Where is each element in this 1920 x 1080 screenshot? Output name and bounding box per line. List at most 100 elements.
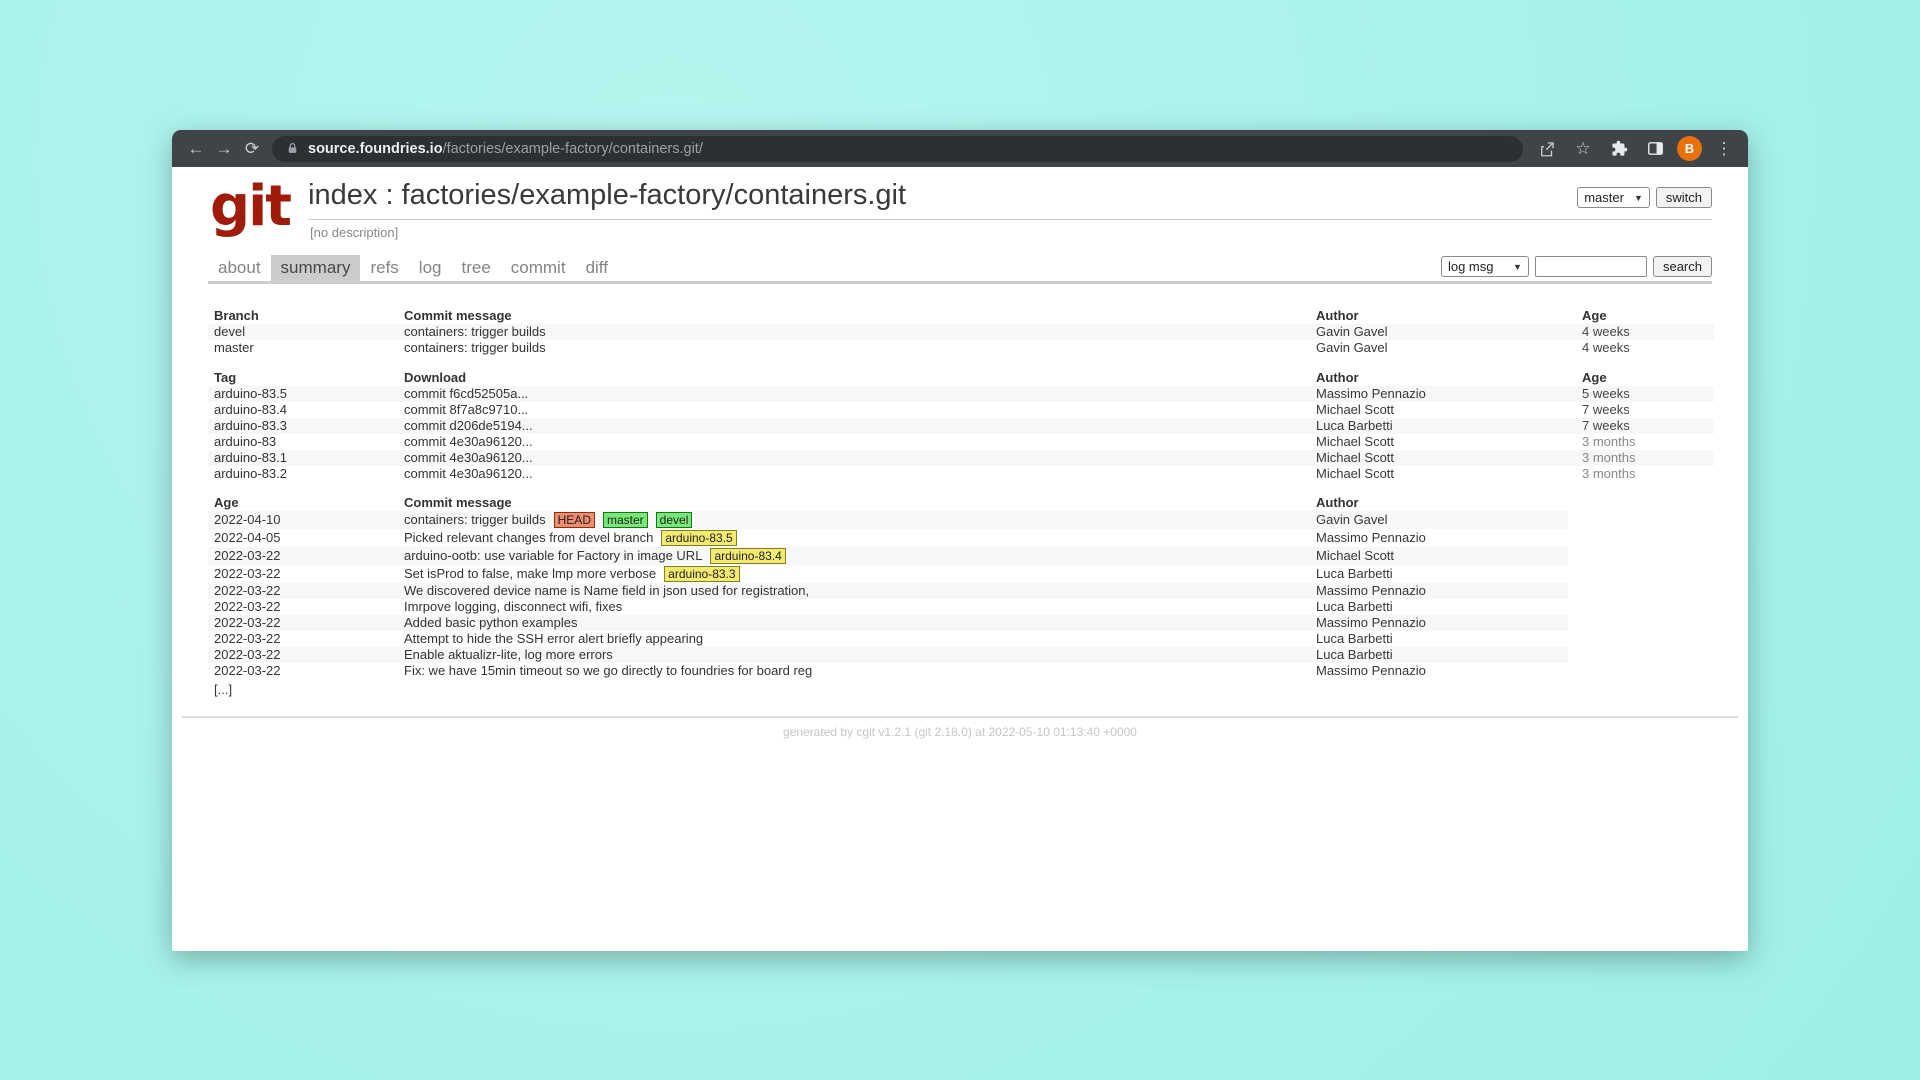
age-cell: 4 weeks xyxy=(1576,340,1714,356)
commit-message-link[interactable]: Attempt to hide the SSH error alert brie… xyxy=(404,631,703,646)
search-button[interactable]: search xyxy=(1653,256,1712,277)
url-bar[interactable]: source.foundries.io/factories/example-fa… xyxy=(272,136,1523,162)
tabs: about summary refs log tree commit diff xyxy=(208,255,618,281)
author-cell: Massimo Pennazio xyxy=(1310,615,1568,631)
header-main: index : factories/example-factory/contai… xyxy=(308,176,1712,240)
commit-message-link[interactable]: We discovered device name is Name field … xyxy=(404,583,809,598)
age-cell: 7 weeks xyxy=(1576,402,1714,418)
column-header: Tag xyxy=(208,370,398,386)
search-input[interactable] xyxy=(1535,256,1647,277)
title-row: index : factories/example-factory/contai… xyxy=(308,176,1712,219)
table-row: 2022-03-22 Fix: we have 15min timeout so… xyxy=(208,663,1568,679)
commit-message-link[interactable]: arduino-ootb: use variable for Factory i… xyxy=(404,548,702,563)
tag-link[interactable]: arduino-83 xyxy=(214,434,276,449)
toolbar-right-icons: ☆ B ⋮ xyxy=(1533,135,1738,163)
extensions-puzzle-icon[interactable] xyxy=(1605,135,1633,163)
tag-header-row: Tag Download Author Age xyxy=(208,370,1714,386)
side-panel-icon[interactable] xyxy=(1641,135,1669,163)
commit-date-cell: 2022-03-22 xyxy=(208,663,398,679)
tab-log[interactable]: log xyxy=(409,255,452,281)
tab-summary[interactable]: summary xyxy=(271,255,361,281)
deco-head[interactable]: HEAD xyxy=(554,512,595,528)
column-header: Author xyxy=(1310,308,1576,324)
search-bar: log msg▼ search xyxy=(1441,256,1712,281)
search-type-select[interactable]: log msg▼ xyxy=(1441,256,1529,277)
commit-date-cell: 2022-04-10 xyxy=(208,511,398,529)
column-header: Branch xyxy=(208,308,398,324)
share-icon[interactable] xyxy=(1533,135,1561,163)
tab-tree[interactable]: tree xyxy=(451,255,500,281)
branch-link[interactable]: master xyxy=(214,340,254,355)
back-icon[interactable]: ← xyxy=(182,135,210,163)
download-link[interactable]: commit f6cd52505a... xyxy=(404,386,528,401)
column-header: Commit message xyxy=(398,308,1310,324)
page-title: index : factories/example-factory/contai… xyxy=(308,179,906,212)
download-link[interactable]: commit d206de5194... xyxy=(404,418,533,433)
desktop-background: ← → ⟳ source.foundries.io/factories/exam… xyxy=(0,0,1920,1080)
table-row: 2022-03-22 Added basic python examples M… xyxy=(208,615,1568,631)
tag-link[interactable]: arduino-83.1 xyxy=(214,450,287,465)
tag-link[interactable]: arduino-83.3 xyxy=(214,418,287,433)
author-cell: Massimo Pennazio xyxy=(1310,386,1576,402)
chevron-down-icon: ▼ xyxy=(1513,262,1522,272)
commit-message-link[interactable]: containers: trigger builds xyxy=(404,340,546,355)
tag-link[interactable]: arduino-83.2 xyxy=(214,466,287,481)
log-more-link[interactable]: [...] xyxy=(208,679,238,700)
deco-tag[interactable]: arduino-83.3 xyxy=(664,566,739,582)
tab-about[interactable]: about xyxy=(208,255,271,281)
download-link[interactable]: commit 4e30a96120... xyxy=(404,466,533,481)
commit-message-link[interactable]: Imrpove logging, disconnect wifi, fixes xyxy=(404,599,622,614)
table-row: 2022-03-22 Set isProd to false, make lmp… xyxy=(208,565,1568,583)
age-cell: 5 weeks xyxy=(1576,386,1714,402)
table-row: 2022-03-22 Enable aktualizr-lite, log mo… xyxy=(208,647,1568,663)
age-cell: 3 months xyxy=(1576,434,1714,450)
browser-menu-icon[interactable]: ⋮ xyxy=(1710,135,1738,163)
bookmark-star-icon[interactable]: ☆ xyxy=(1569,135,1597,163)
branch-switch-controls: master▼ switch xyxy=(1577,187,1712,208)
url-domain: source.foundries.io xyxy=(308,141,443,157)
commit-message-link[interactable]: Enable aktualizr-lite, log more errors xyxy=(404,647,613,662)
download-link[interactable]: commit 4e30a96120... xyxy=(404,434,533,449)
cgit-header: git index : factories/example-factory/co… xyxy=(208,176,1712,240)
commit-message-link[interactable]: Set isProd to false, make lmp more verbo… xyxy=(404,566,656,581)
age-cell: 3 months xyxy=(1576,450,1714,466)
cgit-footer: generated by cgit v1.2.1 (git 2.18.0) at… xyxy=(182,716,1738,739)
commit-message-link[interactable]: Added basic python examples xyxy=(404,615,577,630)
url-text: source.foundries.io/factories/example-fa… xyxy=(308,141,703,157)
author-cell: Massimo Pennazio xyxy=(1310,663,1568,679)
branch-link[interactable]: devel xyxy=(214,324,245,339)
age-cell: 4 weeks xyxy=(1576,324,1714,340)
deco-branch[interactable]: master xyxy=(603,512,648,528)
commit-message-link[interactable]: containers: trigger builds xyxy=(404,324,546,339)
tag-link[interactable]: arduino-83.5 xyxy=(214,386,287,401)
download-link[interactable]: commit 8f7a8c9710... xyxy=(404,402,528,417)
cgit-page: git index : factories/example-factory/co… xyxy=(172,167,1748,951)
lock-icon xyxy=(284,141,300,157)
tab-refs[interactable]: refs xyxy=(360,255,408,281)
switch-button[interactable]: switch xyxy=(1656,187,1712,208)
forward-icon[interactable]: → xyxy=(210,135,238,163)
deco-tag[interactable]: arduino-83.4 xyxy=(710,548,785,564)
download-link[interactable]: commit 4e30a96120... xyxy=(404,450,533,465)
commit-message-link[interactable]: containers: trigger builds xyxy=(404,512,546,527)
deco-tag[interactable]: arduino-83.5 xyxy=(661,530,736,546)
column-header: Age xyxy=(1576,370,1714,386)
table-row: 2022-03-22 We discovered device name is … xyxy=(208,583,1568,599)
author-cell: Luca Barbetti xyxy=(1310,631,1568,647)
tab-commit[interactable]: commit xyxy=(501,255,576,281)
url-path: /factories/example-factory/containers.gi… xyxy=(443,141,703,157)
spacer-row xyxy=(208,356,1714,370)
commit-message-link[interactable]: Picked relevant changes from devel branc… xyxy=(404,530,653,545)
column-header: Author xyxy=(1310,370,1576,386)
commit-message-link[interactable]: Fix: we have 15min timeout so we go dire… xyxy=(404,663,812,678)
table-row: arduino-83.1 commit 4e30a96120... Michae… xyxy=(208,450,1714,466)
profile-avatar[interactable]: B xyxy=(1677,136,1702,161)
tag-link[interactable]: arduino-83.4 xyxy=(214,402,287,417)
cgit-logo[interactable]: git xyxy=(208,176,308,238)
reload-icon[interactable]: ⟳ xyxy=(238,135,266,163)
table-row: 2022-04-10 containers: trigger builds HEA… xyxy=(208,511,1568,529)
deco-branch[interactable]: devel xyxy=(656,512,693,528)
tab-diff[interactable]: diff xyxy=(576,255,618,281)
branch-select[interactable]: master▼ xyxy=(1577,187,1650,208)
column-header: Commit message xyxy=(398,495,1310,511)
